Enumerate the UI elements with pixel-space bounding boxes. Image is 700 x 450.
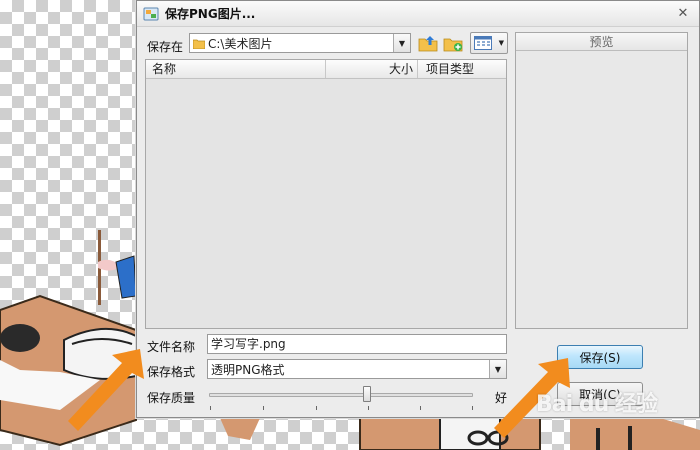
slider-tick xyxy=(472,406,473,410)
column-type[interactable]: 项目类型 xyxy=(418,60,506,78)
save-in-dropdown[interactable]: C:\美术图片 ▼ xyxy=(189,33,411,53)
filename-input[interactable]: 学习写字.png xyxy=(207,334,507,354)
column-size[interactable]: 大小 xyxy=(326,60,418,78)
quality-slider-track[interactable] xyxy=(209,393,473,397)
save-in-path: C:\美术图片 xyxy=(208,36,273,51)
slider-tick xyxy=(420,406,421,410)
quality-label: 保存质量 xyxy=(147,391,196,405)
folder-up-icon xyxy=(418,36,438,52)
filename-label: 文件名称 xyxy=(147,340,196,354)
new-folder-icon xyxy=(443,38,463,52)
save-png-dialog: 保存PNG图片... ✕ 保存在 C:\美术图片 ▼ ▼ 名称 大小 项目类型 … xyxy=(136,0,700,418)
title-bar: 保存PNG图片... ✕ xyxy=(137,1,699,27)
folder-up-button[interactable] xyxy=(417,33,439,53)
slider-tick xyxy=(368,406,369,410)
app-icon xyxy=(143,7,159,20)
slider-tick xyxy=(210,406,211,410)
new-folder-button[interactable] xyxy=(442,33,464,53)
watermark: Bai du 经验 xyxy=(536,392,658,417)
dialog-title: 保存PNG图片... xyxy=(165,7,256,21)
slider-tick xyxy=(263,406,264,410)
chevron-down-icon[interactable]: ▼ xyxy=(393,34,410,52)
file-list[interactable]: 名称 大小 项目类型 xyxy=(145,59,507,329)
view-dropdown-arrow-icon: ▼ xyxy=(498,39,504,47)
preview-label: 预览 xyxy=(516,33,687,51)
preview-panel: 预览 xyxy=(515,32,688,329)
save-in-label: 保存在 xyxy=(147,40,184,54)
file-list-header: 名称 大小 项目类型 xyxy=(146,60,506,79)
format-dropdown[interactable]: 透明PNG格式 ▼ xyxy=(207,359,507,379)
column-name[interactable]: 名称 xyxy=(146,60,326,78)
folder-icon xyxy=(193,39,205,49)
view-menu-icon xyxy=(474,36,492,50)
annotation-arrow-left xyxy=(68,349,144,431)
quality-slider-thumb[interactable] xyxy=(363,386,371,402)
format-value: 透明PNG格式 xyxy=(211,362,285,377)
view-menu-button[interactable]: ▼ xyxy=(470,32,508,54)
format-label: 保存格式 xyxy=(147,365,196,379)
slider-tick xyxy=(316,406,317,410)
close-icon[interactable]: ✕ xyxy=(675,6,691,22)
